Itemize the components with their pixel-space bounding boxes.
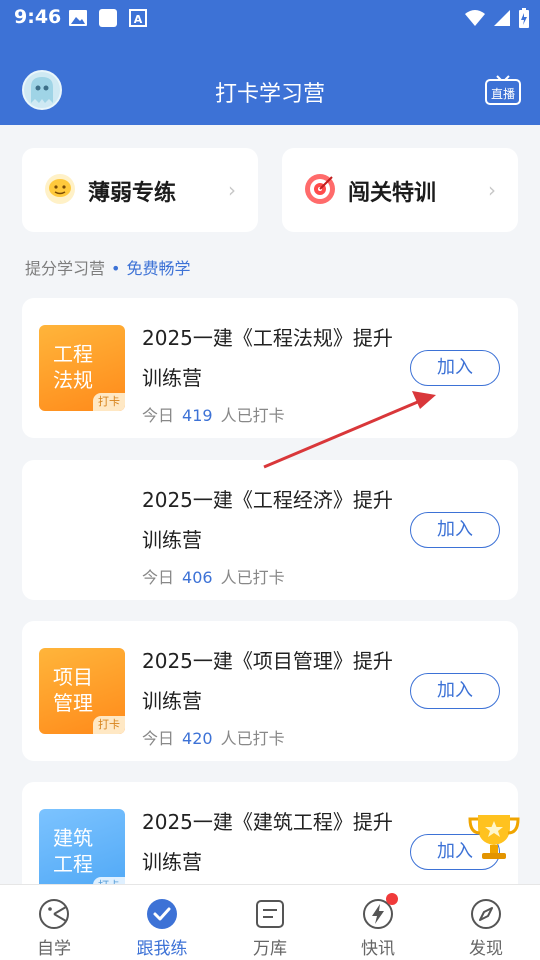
live-tv-icon: 直播	[485, 75, 521, 105]
doc-library-icon	[256, 900, 284, 928]
nav-news[interactable]: 快讯	[324, 885, 432, 960]
checkin-count: 420	[182, 729, 213, 748]
stats-suffix: 人已打卡	[220, 729, 285, 748]
thumb-title-line1: 工程	[53, 342, 93, 366]
level-training-label: 闯关特训	[348, 181, 437, 206]
chevron-right-icon: ›	[228, 178, 236, 202]
join-button[interactable]: 加入	[410, 512, 500, 548]
status-time: 9:46	[14, 6, 62, 28]
course-thumbnail: 项目 管理 打卡	[39, 648, 125, 734]
image-icon	[68, 8, 88, 28]
checkin-tag: 打卡	[93, 877, 125, 884]
course-stats: 今日 406 人已打卡	[142, 564, 285, 588]
course-title: 2025一建《项目管理》提升训练营	[142, 649, 393, 713]
section-subheader: 提分学习营 • 免费畅学	[25, 255, 190, 279]
course-title: 2025一建《工程经济》提升训练营	[142, 488, 393, 552]
nav-library[interactable]: 万库	[216, 885, 324, 960]
status-system-icons	[464, 7, 530, 29]
status-notification-icons: A	[68, 8, 148, 28]
live-button[interactable]: 直播	[484, 74, 522, 106]
weak-practice-label: 薄弱专练	[88, 181, 177, 206]
stats-suffix: 人已打卡	[220, 568, 285, 587]
nav-label: 跟我练	[136, 939, 188, 959]
battery-icon	[519, 8, 529, 28]
thumb-title-line2: 管理	[53, 691, 93, 715]
live-label: 直播	[491, 87, 515, 101]
checkin-tag: 打卡	[93, 393, 125, 411]
course-card-building-engineering[interactable]: 建筑工程 打卡 2025一建《建筑工程》提升训练营 加入	[22, 782, 518, 884]
thumb-title-line1: 项目	[53, 665, 93, 689]
signal-icon	[494, 10, 510, 26]
join-button[interactable]: 加入	[410, 673, 500, 709]
trophy-icon[interactable]	[464, 805, 524, 865]
font-a-icon: A	[128, 8, 148, 28]
stats-prefix: 今日	[142, 568, 175, 587]
wifi-icon	[465, 10, 485, 26]
status-bar: 9:46 A	[0, 0, 540, 36]
target-icon	[305, 174, 335, 204]
subheader-right: 免费畅学	[126, 259, 191, 278]
page-title: 打卡学习营	[214, 82, 325, 107]
check-circle-icon	[147, 899, 177, 929]
svg-text:A: A	[134, 13, 143, 26]
checkin-tag: 打卡	[93, 716, 125, 734]
course-thumbnail: 工程 法规 打卡	[39, 325, 125, 411]
thumb-title-line2: 法规	[53, 368, 93, 392]
bottom-navigation: 自学 跟我练 万库 快讯 发现	[0, 884, 540, 960]
compass-icon	[471, 899, 501, 929]
nav-label: 发现	[469, 939, 503, 959]
app-header: 打卡学习营 直播	[0, 36, 540, 125]
nav-self-study[interactable]: 自学	[0, 885, 108, 960]
join-button[interactable]: 加入	[410, 350, 500, 386]
thumb-title-line1: 建筑	[53, 826, 93, 850]
nav-label: 自学	[37, 939, 71, 959]
course-stats: 今日 420 人已打卡	[142, 725, 285, 749]
nav-discover[interactable]: 发现	[432, 885, 540, 960]
stats-prefix: 今日	[142, 729, 175, 748]
checkin-count: 419	[182, 406, 213, 425]
course-title: 2025一建《工程法规》提升训练营	[142, 326, 393, 390]
nav-practice-with-me[interactable]: 跟我练	[108, 885, 216, 960]
stats-prefix: 今日	[142, 406, 175, 425]
subheader-dot: •	[111, 259, 121, 278]
chevron-right-icon: ›	[488, 178, 496, 202]
subheader-left: 提分学习营	[25, 259, 106, 278]
notification-badge	[386, 893, 398, 905]
thumb-title-line2: 工程	[53, 852, 93, 876]
course-card-project-management[interactable]: 项目 管理 打卡 2025一建《项目管理》提升训练营 今日 420 人已打卡 加入	[22, 621, 518, 761]
checkin-count: 406	[182, 568, 213, 587]
course-title: 2025一建《建筑工程》提升训练营	[142, 810, 393, 874]
square-notification-icon	[98, 8, 118, 28]
nav-label: 快讯	[361, 939, 395, 959]
course-card-engineering-law[interactable]: 工程 法规 打卡 2025一建《工程法规》提升训练营 今日 419 人已打卡 加入	[22, 298, 518, 438]
nav-label: 万库	[253, 939, 287, 959]
chat-face-icon	[45, 174, 75, 204]
course-stats: 今日 419 人已打卡	[142, 402, 285, 426]
course-thumbnail: 建筑工程 打卡	[39, 809, 125, 884]
self-study-icon	[39, 899, 69, 929]
weak-practice-card[interactable]: 薄弱专练 ›	[22, 148, 258, 232]
level-training-card[interactable]: 闯关特训 ›	[282, 148, 518, 232]
course-card-engineering-economics[interactable]: 2025一建《工程经济》提升训练营 今日 406 人已打卡 加入	[22, 460, 518, 600]
stats-suffix: 人已打卡	[220, 406, 285, 425]
